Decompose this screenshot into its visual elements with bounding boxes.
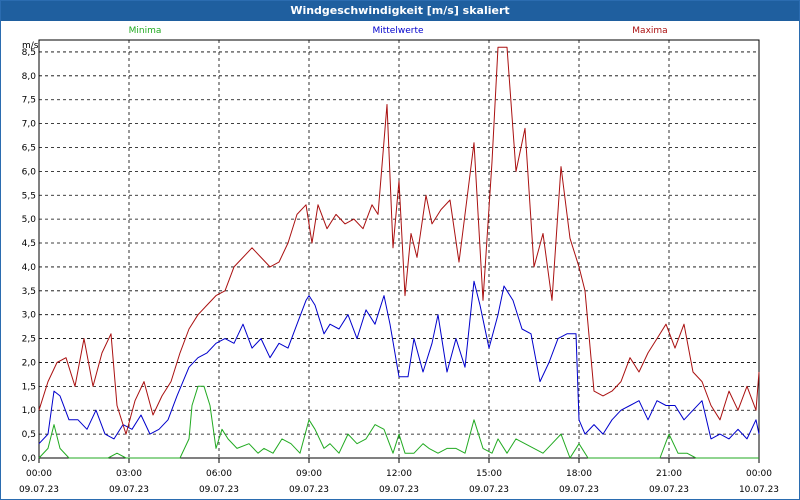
- x-tick-date: 10.07.23: [739, 485, 779, 495]
- x-tick-date: 09.07.23: [109, 485, 149, 495]
- y-tick-label: 2,0: [22, 358, 37, 368]
- y-tick-label: 6,0: [22, 167, 37, 177]
- y-tick-label: 7,5: [22, 96, 36, 106]
- x-tick-time: 09:00: [296, 469, 322, 479]
- x-tick-date: 09.07.23: [379, 485, 419, 495]
- y-tick-label: 8,0: [22, 72, 37, 82]
- legend-maxima: Maxima: [632, 26, 667, 36]
- legend-mittelwerte: Mittelwerte: [372, 26, 423, 36]
- y-tick-label: 5,5: [22, 191, 36, 201]
- x-tick-date: 09.07.23: [559, 485, 599, 495]
- grid-lines: [38, 39, 760, 459]
- series-line-minima: [38, 385, 759, 459]
- x-tick-date: 09.07.23: [199, 485, 239, 495]
- y-tick-label: 6,5: [22, 143, 36, 153]
- y-tick-label: 8,5: [22, 48, 36, 58]
- x-tick-date: 09.07.23: [469, 485, 509, 495]
- wind-speed-chart: m/s Minima Mittelwerte Maxima 0,00,51,01…: [19, 26, 779, 495]
- x-tick-time: 00:00: [26, 469, 52, 479]
- y-tick-label: 4,0: [22, 263, 37, 273]
- x-tick-time: 06:00: [206, 469, 232, 479]
- x-tick-time: 12:00: [386, 469, 412, 479]
- x-tick-time: 00:00: [746, 469, 772, 479]
- y-tick-label: 3,0: [22, 311, 37, 321]
- y-tick-label: 1,5: [22, 382, 36, 392]
- y-tick-label: 1,0: [22, 406, 37, 416]
- legend-minima: Minima: [129, 26, 162, 36]
- y-tick-label: 7,0: [22, 120, 37, 130]
- x-tick-time: 18:00: [566, 469, 592, 479]
- x-tick-time: 03:00: [116, 469, 142, 479]
- y-tick-label: 0,0: [22, 454, 37, 464]
- x-tick-date: 09.07.23: [649, 485, 689, 495]
- x-tick-time: 15:00: [476, 469, 502, 479]
- y-tick-label: 5,0: [22, 215, 37, 225]
- y-tick-label: 0,5: [22, 430, 36, 440]
- y-tick-label: 2,5: [22, 335, 36, 345]
- x-tick-date: 09.07.23: [19, 485, 59, 495]
- x-tick-date: 09.07.23: [289, 485, 329, 495]
- x-tick-time: 21:00: [656, 469, 682, 479]
- y-tick-label: 4,5: [22, 239, 36, 249]
- y-tick-label: 3,5: [22, 287, 36, 297]
